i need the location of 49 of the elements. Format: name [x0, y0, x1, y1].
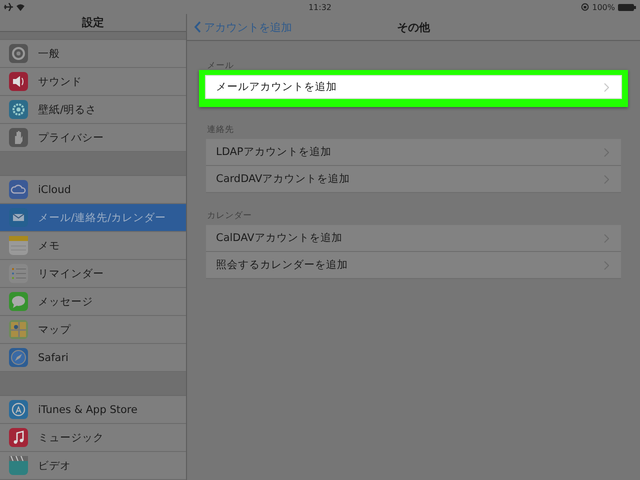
clapperboard-icon	[9, 456, 28, 475]
map-icon	[9, 320, 28, 339]
section-header: カレンダー	[206, 210, 253, 222]
compass-icon	[9, 348, 28, 367]
battery-icon	[618, 4, 636, 10]
sidebar-item[interactable]: サウンド	[0, 68, 186, 96]
sidebar-item[interactable]: ビデオ	[0, 452, 186, 480]
battery-percentage: 100%	[592, 2, 615, 12]
rotation-lock-icon	[581, 3, 590, 11]
sidebar-item[interactable]: マップ	[0, 316, 186, 344]
list-row[interactable]: 照会するカレンダーを追加	[206, 252, 621, 279]
list-row[interactable]: LDAPアカウントを追加	[206, 139, 621, 166]
sidebar-item[interactable]: メール/連絡先/カレンダー	[0, 204, 186, 232]
cloud-icon	[9, 180, 28, 199]
airplane-icon	[4, 3, 13, 11]
gear-icon	[9, 44, 28, 63]
chevron-icon	[604, 234, 609, 242]
list-row[interactable]: CardDAVアカウントを追加	[206, 166, 621, 193]
hand-icon	[9, 128, 28, 147]
flower-icon	[9, 100, 28, 119]
music-note-icon	[9, 428, 28, 447]
sidebar-item[interactable]: Safari	[0, 344, 186, 372]
page-title: その他	[397, 20, 430, 34]
envelope-icon	[9, 208, 28, 227]
status-time: 11:32	[308, 2, 332, 12]
section-header: 連絡先	[206, 124, 235, 136]
sidebar-item[interactable]: ミュージック	[0, 424, 186, 452]
sidebar-item[interactable]: メッセージ	[0, 288, 186, 316]
sidebar-item[interactable]: プライバシー	[0, 124, 186, 152]
sidebar-item[interactable]: リマインダー	[0, 260, 186, 288]
chevron-icon	[604, 82, 609, 92]
sidebar-item[interactable]: 壁紙/明るさ	[0, 96, 186, 124]
sidebar-item[interactable]: iTunes & App Store	[0, 396, 186, 424]
speech-bubble-icon	[9, 292, 28, 311]
speaker-icon	[9, 72, 28, 91]
chevron-icon	[604, 148, 609, 156]
list-row[interactable]: メールアカウントを追加	[205, 75, 622, 99]
chevron-icon	[604, 174, 609, 184]
back-chevron-icon	[194, 21, 201, 33]
chevron-icon	[604, 260, 609, 270]
sidebar-title: 設定	[82, 15, 104, 30]
section-header: メール	[206, 60, 235, 72]
sidebar-item[interactable]: メモ	[0, 232, 186, 260]
list-icon	[9, 264, 28, 283]
wifi-icon	[16, 3, 25, 11]
list-row[interactable]: CalDAVアカウントを追加	[206, 225, 621, 252]
app-store-icon	[9, 400, 28, 419]
notepad-icon	[9, 236, 28, 255]
sidebar-item[interactable]: 一般	[0, 40, 186, 68]
